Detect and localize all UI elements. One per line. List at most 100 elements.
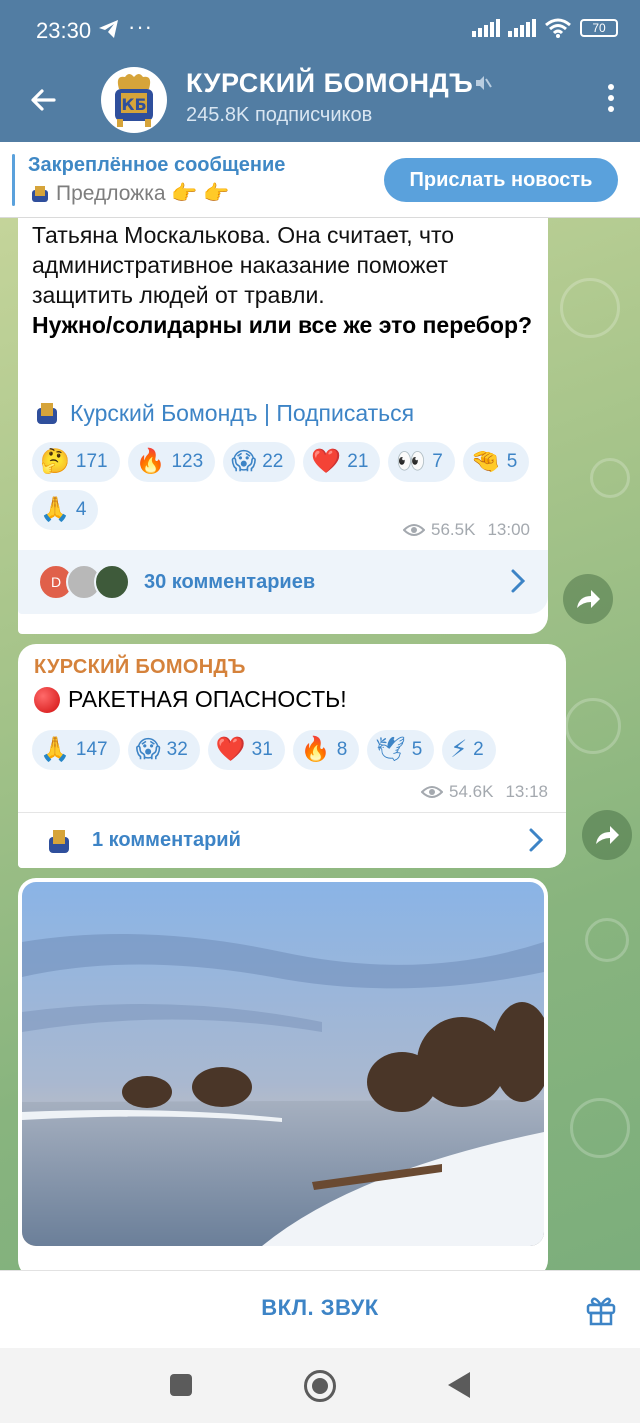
photo-message[interactable]	[18, 878, 548, 1270]
reaction-count: 5	[506, 451, 518, 472]
message-bubble[interactable]: КУРСКИЙ БОМОНДЪ РАКЕТНАЯ ОПАСНОСТЬ! 🙏 147…	[18, 644, 566, 868]
reaction-thinking[interactable]: 🤔 171	[32, 442, 120, 482]
views-eye-icon	[403, 524, 426, 536]
reaction-pray[interactable]: 🙏 4	[32, 490, 99, 530]
share-button[interactable]	[563, 574, 613, 624]
share-arrow-icon	[577, 590, 600, 608]
red-circle-icon	[34, 686, 60, 713]
reaction-heart[interactable]: ❤️ 21	[303, 442, 381, 482]
status-bar: 23:30 ··· 70	[0, 0, 640, 60]
message-author[interactable]: КУРСКИЙ БОМОНДЪ	[34, 656, 246, 679]
reaction-count: 171	[75, 451, 108, 472]
thinking-emoji-icon: 🤔	[40, 448, 70, 475]
message-text: РАКЕТНАЯ ОПАСНОСТЬ!	[34, 686, 347, 713]
telegram-icon	[99, 20, 118, 38]
alert-text: РАКЕТНАЯ ОПАСНОСТЬ!	[68, 686, 347, 712]
pinch-emoji-icon: 🤏	[470, 448, 501, 475]
background-doodle	[560, 278, 620, 338]
chevron-right-icon	[529, 828, 544, 852]
channel-logo-icon	[49, 830, 69, 853]
reaction-count: 31	[251, 739, 273, 760]
reaction-lightning[interactable]: ⚡ 2	[442, 730, 496, 770]
reaction-count: 2	[473, 739, 484, 760]
recents-button[interactable]	[170, 1374, 192, 1396]
reaction-count: 123	[171, 451, 204, 472]
reaction-count: 22	[262, 451, 284, 472]
reactions: 🙏 147 😱 32 ❤️ 31 🔥 8 🕊 5 ⚡ 2	[32, 730, 562, 770]
comments-button[interactable]: 1 комментарий	[18, 812, 566, 868]
pinned-indicator	[12, 154, 15, 206]
dove-emoji-icon: 🕊	[375, 736, 406, 763]
chat-area[interactable]: Татьяна Москалькова. Она считает, что ад…	[0, 218, 640, 1270]
signature[interactable]: Курский Бомондъ | Подписаться	[32, 398, 414, 428]
background-doodle	[585, 918, 629, 962]
views-eye-icon	[421, 786, 444, 798]
reaction-count: 21	[347, 451, 369, 472]
reaction-count: 8	[336, 739, 348, 760]
reaction-heart[interactable]: ❤️ 31	[207, 730, 285, 770]
reaction-fire[interactable]: 🔥 8	[292, 730, 360, 770]
message-time: 13:18	[505, 782, 548, 801]
more-menu-icon[interactable]	[606, 84, 616, 114]
back-arrow-icon[interactable]	[24, 80, 64, 120]
channel-title[interactable]: КУРСКИЙ БОМОНДЪ	[186, 68, 473, 99]
lightning-emoji-icon: ⚡	[450, 736, 468, 763]
chat-header: КБ КУРСКИЙ БОМОНДЪ 245.8K подписчиков	[0, 60, 640, 142]
reaction-scream[interactable]: 😱 32	[127, 730, 200, 770]
commenter-avatar	[94, 564, 130, 600]
scream-emoji-icon: 😱	[135, 736, 161, 763]
view-count: 56.5K	[431, 520, 476, 539]
reaction-fire[interactable]: 🔥 123	[127, 442, 216, 482]
background-doodle	[570, 1098, 630, 1158]
subscribe-link[interactable]: Курский Бомондъ | Подписаться	[70, 400, 414, 427]
gift-icon[interactable]	[584, 1293, 618, 1327]
reaction-scream[interactable]: 😱 22	[223, 442, 296, 482]
reaction-pray[interactable]: 🙏 147	[32, 730, 120, 770]
reaction-count: 4	[75, 499, 87, 520]
background-doodle	[565, 698, 621, 754]
message-text: Татьяна Москалькова. Она считает, что ад…	[32, 222, 455, 308]
muted-icon	[476, 76, 492, 90]
channel-avatar[interactable]: КБ	[101, 67, 167, 133]
pinned-message-bar[interactable]: Закреплённое сообщение Предложка 👉 👉 При…	[0, 142, 640, 218]
winter-river-photo[interactable]	[22, 882, 544, 1246]
bottom-bar: ВКЛ. ЗВУК	[0, 1270, 640, 1348]
signal-icon-2	[508, 19, 536, 37]
wifi-icon	[545, 18, 571, 38]
subscriber-count: 245.8K подписчиков	[186, 104, 373, 126]
share-button[interactable]	[582, 810, 632, 860]
fire-emoji-icon: 🔥	[300, 736, 331, 763]
system-navbar	[0, 1348, 640, 1423]
reaction-eyes[interactable]: 👀 7	[388, 442, 455, 482]
pray-emoji-icon: 🙏	[40, 736, 70, 763]
send-news-button[interactable]: Прислать новость	[384, 158, 618, 202]
message-bubble[interactable]: Татьяна Москалькова. Она считает, что ад…	[18, 218, 548, 634]
status-time: 23:30	[36, 18, 92, 43]
reaction-pinch[interactable]: 🤏 5	[462, 442, 530, 482]
pinned-preview: Предложка 👉 👉	[28, 182, 230, 206]
heart-emoji-icon: ❤️	[311, 448, 342, 475]
channel-logo-icon	[37, 403, 57, 424]
reaction-dove[interactable]: 🕊 5	[367, 730, 435, 770]
heart-emoji-icon: ❤️	[215, 736, 246, 763]
unmute-button[interactable]: ВКЛ. ЗВУК	[0, 1295, 640, 1321]
svg-text:КБ: КБ	[121, 95, 146, 114]
pinned-title: Закреплённое сообщение	[28, 154, 286, 176]
home-button[interactable]	[304, 1370, 336, 1402]
signal-icon	[472, 19, 500, 37]
background-doodle	[590, 458, 630, 498]
scream-emoji-icon: 😱	[231, 448, 257, 475]
battery-icon: 70	[580, 19, 618, 37]
comments-count: 30 комментариев	[144, 570, 316, 593]
comments-button[interactable]: D 30 комментариев	[18, 550, 548, 614]
channel-logo-icon	[32, 186, 48, 202]
eyes-emoji-icon: 👀	[396, 448, 427, 475]
reaction-count: 7	[432, 451, 443, 472]
back-button[interactable]	[448, 1372, 470, 1398]
message-meta: 54.6K 13:18	[421, 782, 548, 802]
chevron-right-icon	[511, 569, 526, 593]
status-indicators: 70	[472, 18, 618, 38]
message-question: Нужно/солидарны или все же это перебор?	[32, 312, 533, 338]
reaction-count: 147	[75, 739, 108, 760]
reaction-count: 5	[411, 739, 423, 760]
